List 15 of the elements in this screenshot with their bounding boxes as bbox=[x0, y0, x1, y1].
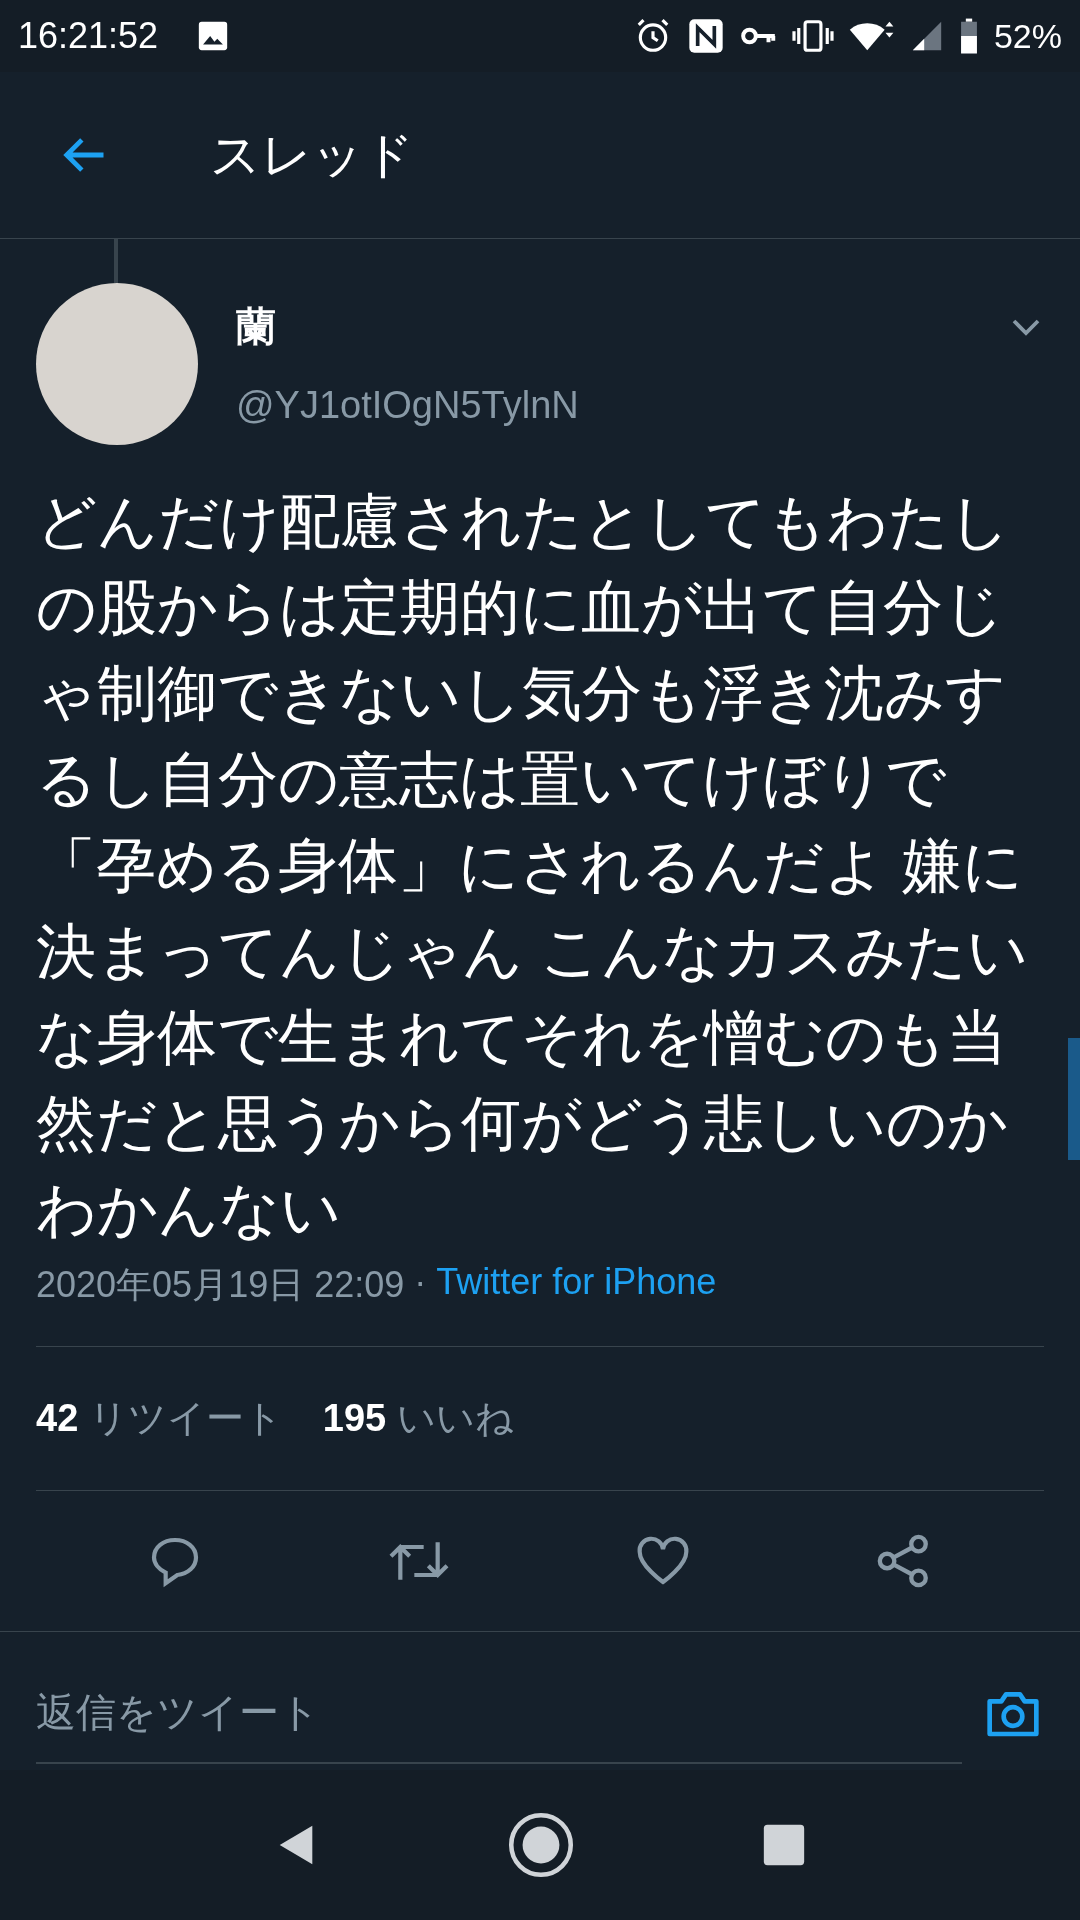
vibrate-icon bbox=[791, 17, 834, 55]
tweet-date: 2020年05月19日 22:09 bbox=[36, 1263, 405, 1307]
display-name: 蘭 bbox=[236, 303, 277, 350]
separator-dot: · bbox=[414, 1261, 427, 1304]
header-title: スレッド bbox=[210, 125, 414, 185]
home-circle-icon[interactable] bbox=[507, 1811, 575, 1879]
reply-input-field[interactable]: 返信をツイート bbox=[36, 1662, 962, 1764]
stat-count[interactable]: 42 リツイート bbox=[36, 1393, 283, 1444]
stat-count[interactable]: 195 いいね bbox=[322, 1393, 514, 1444]
recents-square-icon[interactable] bbox=[762, 1823, 807, 1867]
source-link[interactable]: Twitter for iPhone bbox=[436, 1261, 717, 1310]
battery-percent: 52% bbox=[993, 16, 1062, 56]
status-time: 16:21:52 bbox=[18, 15, 159, 57]
tweet-text: どんだけ配慮されたとしてもわたしの股からは定期的に血が出て自分じゃ制御できないし気分も浮き沈みするし自分の意志は置いてけぼりで「孕める身体」にされるんだよ 嫌に決まってんじゃん こんなカスみたいな身体で生まれてそれを憎むのも当然だと思うから何がどう悲しいのかわかんない bbox=[36, 487, 1029, 1245]
user-handle: @YJ1otIOgN5TylnN bbox=[236, 384, 580, 427]
